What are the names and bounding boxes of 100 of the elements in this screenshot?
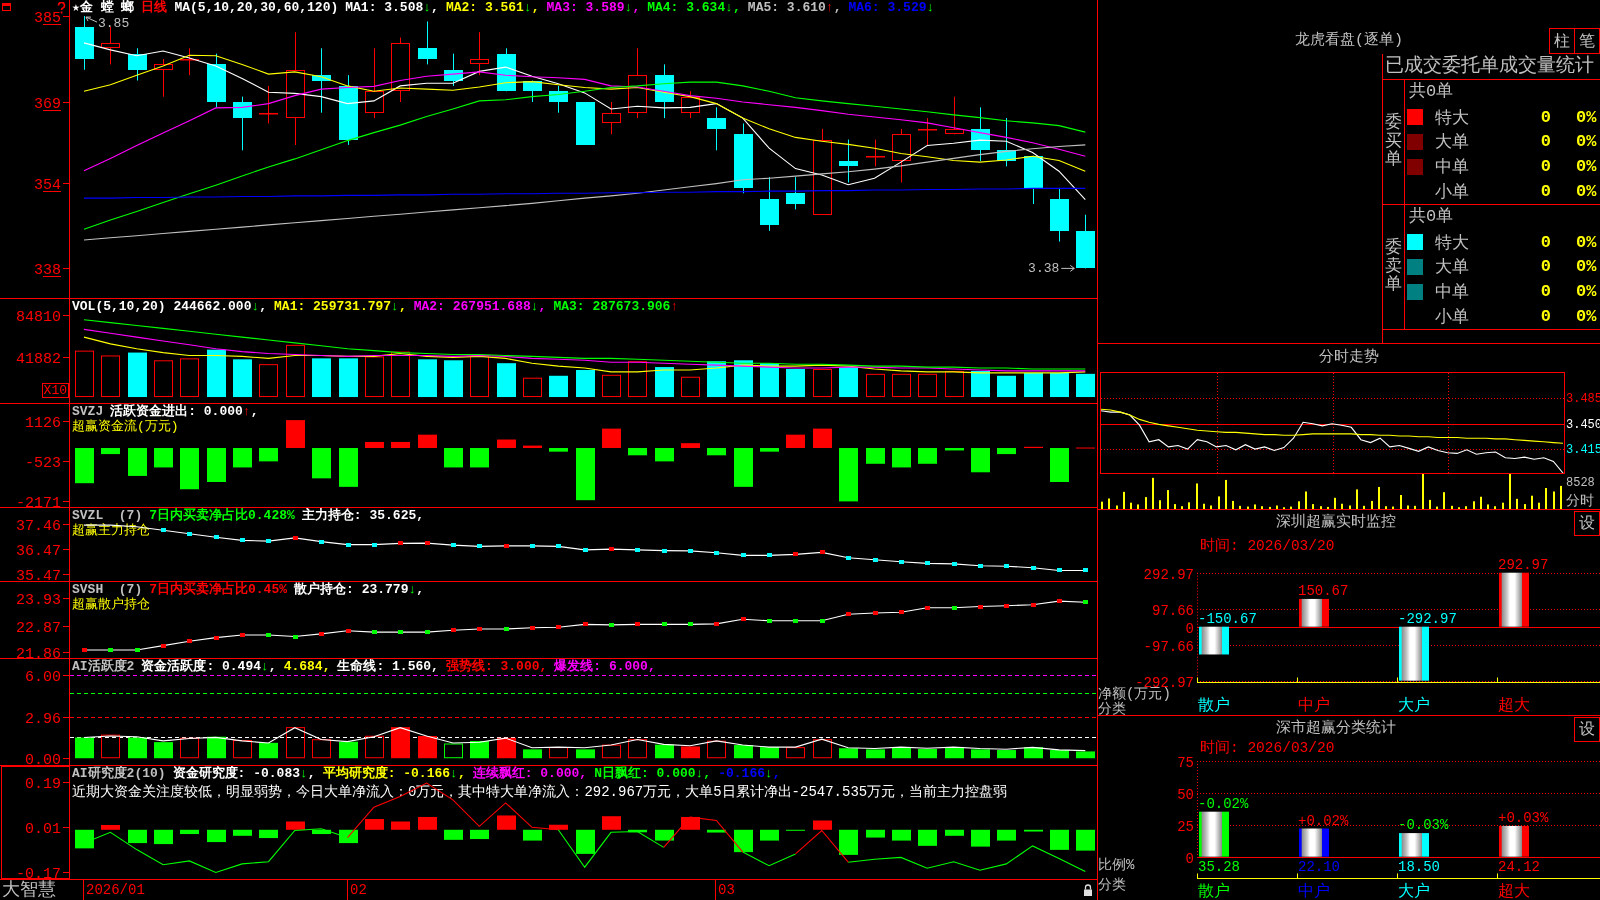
order-volume: 0: [1540, 232, 1551, 252]
candlestick: [866, 139, 885, 167]
bar: [1399, 833, 1429, 857]
bar: [628, 448, 647, 456]
change-label: +0.02%: [1298, 812, 1349, 829]
bar: [997, 829, 1016, 841]
candlestick: [655, 63, 674, 119]
point-marker-icon: [873, 558, 878, 562]
indicator-value: 7日内买卖净占比0.428%: [149, 508, 295, 523]
category-label: 散户: [1198, 697, 1230, 715]
point-marker-icon: [372, 543, 377, 547]
bar: [892, 448, 911, 468]
bar: [470, 829, 489, 840]
indicator-value: MA3: 287673.906↑: [553, 299, 679, 314]
candlestick: [576, 101, 595, 146]
indicator-caption: 超赢资金流(万元): [72, 419, 179, 434]
value-label: 24.12: [1498, 859, 1540, 875]
indicator-value: SVSH (7): [72, 582, 143, 597]
scale-label: 8528: [1566, 476, 1595, 490]
scale-badge: X10: [41, 383, 69, 398]
indicator-value: MA1: 3.508↓,: [345, 0, 439, 15]
table-title: 已成交委托单成交量统计: [1383, 54, 1600, 80]
indicator-value: 强势线: 3.000,: [445, 659, 548, 674]
axis-label: 22.87: [16, 619, 61, 637]
group-label: 委卖单: [1385, 238, 1402, 296]
bar: [1299, 598, 1329, 627]
order-volume: 0: [1540, 307, 1551, 327]
axis-label: 0: [1185, 620, 1194, 637]
candlestick: [892, 128, 911, 183]
candlestick: [1076, 214, 1095, 269]
bar: [628, 829, 647, 833]
point-marker-icon: [108, 648, 113, 652]
category-label: 散户: [1198, 883, 1230, 900]
indicator-value: MA3: 3.589↓,: [546, 0, 641, 15]
bar: [760, 829, 779, 841]
point-marker-icon: [398, 630, 403, 634]
candlestick: [444, 53, 463, 87]
point-marker-icon: [609, 547, 614, 551]
bar: [1199, 811, 1229, 857]
point-marker-icon: [741, 617, 746, 621]
point-marker-icon: [319, 632, 324, 636]
point-marker-icon: [635, 548, 640, 552]
bar: [734, 829, 753, 853]
point-marker-icon: [161, 644, 166, 648]
group-label: 委买单: [1385, 113, 1402, 171]
indicator-value: VOL(5,10,20) 244662.000↓,: [72, 299, 268, 314]
order-volume: 0: [1540, 282, 1551, 302]
candlestick: [75, 15, 94, 71]
bar: [549, 824, 568, 830]
bar: [523, 445, 542, 448]
indicator-value: 日线: [141, 0, 168, 15]
window-icon[interactable]: [2, 3, 11, 11]
bar: [549, 448, 568, 452]
axis-label: 338: [34, 261, 61, 279]
indicator-value: SVZL (7): [72, 508, 143, 523]
category-label: 超大: [1498, 697, 1530, 715]
panel-title: 深圳超赢实时监控: [1276, 512, 1396, 533]
bar: [681, 443, 700, 448]
bar: [918, 829, 937, 846]
date-label: 03: [715, 880, 735, 900]
question-icon[interactable]: [57, 2, 66, 14]
axis-title: 分类: [1098, 701, 1126, 715]
view-mode-button[interactable]: 笔: [1574, 28, 1600, 54]
axis-label: 84810: [16, 308, 61, 326]
candlestick: [602, 101, 621, 135]
order-size-label: 中单: [1435, 282, 1469, 304]
candlestick: [154, 58, 173, 98]
point-marker-icon: [978, 605, 983, 609]
point-marker-icon: [266, 633, 271, 637]
point-marker-icon: [161, 528, 166, 532]
bar: [655, 829, 674, 841]
candlestick: [233, 96, 252, 151]
category-label: 大户: [1398, 883, 1430, 900]
bar: [1399, 626, 1429, 681]
point-marker-icon: [451, 628, 456, 632]
bar: [233, 829, 252, 836]
candlestick: [734, 122, 753, 194]
candlestick: [918, 117, 937, 146]
indicator-value: 资金活跃度: 0.494↓,: [141, 659, 277, 674]
candlestick: [681, 90, 700, 119]
lock-icon[interactable]: [1083, 884, 1093, 896]
settings-button[interactable]: 设: [1574, 511, 1600, 536]
indicator-value: 4.684,: [283, 659, 331, 674]
order-count: 共0单: [1408, 81, 1454, 103]
axis-label: 21.86: [16, 645, 61, 658]
bar: [207, 448, 226, 482]
view-mode-button[interactable]: 柱: [1549, 28, 1575, 54]
bar: [1050, 829, 1069, 850]
candlestick: [1024, 155, 1043, 205]
bar: [760, 448, 779, 452]
bar: [101, 825, 120, 830]
settings-button[interactable]: 设: [1574, 717, 1600, 742]
bar: [576, 448, 595, 501]
bar: [866, 448, 885, 464]
date-label: 02: [347, 880, 367, 900]
axis-label: 354: [34, 176, 61, 194]
point-marker-icon: [899, 610, 904, 614]
bar: [786, 434, 805, 448]
bar: [497, 439, 516, 448]
axis-label: 41882: [16, 350, 61, 368]
